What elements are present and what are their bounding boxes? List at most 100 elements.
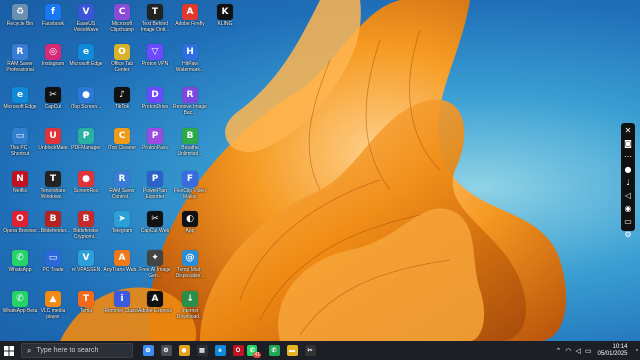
taskbar-app[interactable]: ⚙ [157, 341, 175, 360]
record-icon[interactable]: ● [622, 164, 634, 176]
desktop-icon[interactable]: F FlexClip Video Maker [172, 171, 208, 200]
desktop-icon[interactable]: ◐ App [172, 211, 208, 234]
desktop-icon[interactable]: U UnblockMate [35, 128, 71, 151]
desktop-icon[interactable]: B …Bitdefender... [35, 211, 71, 234]
taskbar-clock[interactable]: 10:14 05/01/2025 [597, 344, 627, 358]
desktop-icon[interactable]: ▽ Proton VPN [137, 44, 173, 67]
iremove-icon: i [114, 291, 130, 307]
text-behind-image-icon: T [147, 4, 163, 20]
desktop-icon[interactable]: T Text Behind Image Onli... [137, 4, 173, 33]
desktop-icon-label: ProtonPass [142, 145, 168, 151]
desktop-icon-label: Adobe Firefly [175, 21, 205, 27]
taskbar-app[interactable]: ✆ [265, 341, 283, 360]
search-placeholder: Type here to search [36, 347, 99, 354]
temp-mail-icon: @ [182, 250, 198, 266]
desktop-icon[interactable]: R RAM Saver Control... [104, 171, 140, 200]
desktop-icon[interactable]: ◎ Instagram [35, 44, 71, 67]
taskbar-app[interactable]: e [211, 341, 229, 360]
desktop-icon[interactable]: @ Temp Mail - Disposable... [172, 250, 208, 279]
desktop-icon[interactable]: ➤ Telegram [104, 211, 140, 234]
desktop-icon-label: PowerPlan Exporter [142, 188, 168, 200]
desktop-icon[interactable]: ✆ WhatsApp [2, 250, 38, 273]
desktop-icon[interactable]: B Bitdefender Cryptomi... [68, 211, 104, 240]
tenorshare-icon: T [45, 171, 61, 187]
desktop-icon[interactable]: P ProtonPass [137, 128, 173, 151]
desktop-icon[interactable]: T Temu [68, 291, 104, 314]
desktop-icon[interactable]: A Adobe Firefly [172, 4, 208, 27]
speaker-icon[interactable]: ◁ [622, 190, 634, 202]
comment-icon[interactable]: ▭ [622, 216, 634, 228]
whatsapp-beta-icon: ✆ [12, 291, 28, 307]
taskbar-app[interactable]: ✿ [139, 341, 157, 360]
desktop-icon[interactable]: ✦ Free AI Image Gen... [137, 250, 173, 279]
whatsapp-beta-icon: ✆ [268, 345, 280, 356]
taskbar-app[interactable]: ✂ [301, 341, 319, 360]
ram-saver-control-icon: R [114, 171, 130, 187]
flexclip-icon: F [182, 171, 198, 187]
desktop-icon[interactable]: Vnl VPASSEN [68, 250, 104, 273]
desktop-icon[interactable]: ● iTop Screen... [68, 87, 104, 110]
taskbar-search-box[interactable]: ⌕ Type here to search [21, 343, 133, 358]
desktop-icon[interactable]: e Microsoft Edge [2, 87, 38, 110]
notifications-icon[interactable]: ▫ [636, 347, 638, 354]
desktop-icon[interactable]: R RAM Saver Professional [2, 44, 38, 73]
start-button[interactable] [0, 341, 18, 360]
desktop-icon[interactable]: B Breathe Unlimited... [172, 128, 208, 157]
desktop-icon[interactable]: ✆ WhatsApp Beta [2, 291, 38, 314]
desktop-icon[interactable]: O Opera Browser [2, 211, 38, 234]
desktop-icon[interactable]: ▲ VLC media player [35, 291, 71, 320]
desktop-icon-label: iTop Screen... [70, 104, 102, 110]
adobe-express-icon: A [147, 291, 163, 307]
desktop-icon[interactable]: ▭ This PC - Shortcut [2, 128, 38, 157]
taskbar-app[interactable]: ◉ [175, 341, 193, 360]
battery-icon[interactable]: ▭ [585, 347, 592, 355]
camera-icon[interactable]: ◙ [622, 138, 634, 150]
ram-saver-icon: R [12, 44, 28, 60]
chrome-icon: ◉ [178, 345, 190, 356]
clock-time: 10:14 [612, 343, 628, 350]
taskbar-app[interactable]: O [229, 341, 247, 360]
desktop-icon[interactable]: ● ScreenRec [68, 171, 104, 194]
desktop-icon[interactable]: K KLING [207, 4, 243, 27]
desktop-icon[interactable]: ✂ CapCut [35, 87, 71, 110]
more-icon[interactable]: ⋯ [622, 151, 634, 163]
microphone-icon[interactable]: ♩ [622, 177, 634, 189]
taskbar-app[interactable]: ▬ [283, 341, 301, 360]
telegram-icon: ➤ [114, 211, 130, 227]
desktop-icon[interactable]: i iRemove Classic [103, 291, 141, 314]
desktop-icon[interactable]: e Microsoft Edge [68, 44, 104, 67]
desktop-icon[interactable]: D ProtonDrive [137, 87, 173, 110]
desktop-icon[interactable]: ♻ Recycle Bin [2, 4, 38, 27]
desktop-icon[interactable]: T Tenorshare Windows... [35, 171, 71, 200]
settings-icon[interactable]: ⚙ [622, 229, 634, 241]
taskbar-app[interactable]: ✆ 41 [247, 341, 265, 360]
desktop-icon[interactable]: H HitPaw Watermark... [172, 44, 208, 73]
close-icon[interactable]: ✕ [622, 125, 634, 137]
desktop-icon[interactable]: ✂ CapCut Web [137, 211, 173, 234]
desktop-icon[interactable]: ♪ TikTok [104, 87, 140, 110]
notification-badge: 41 [253, 351, 261, 358]
webcam-icon[interactable]: ◉ [622, 203, 634, 215]
taskbar-app[interactable]: ▤ [193, 341, 211, 360]
volume-icon[interactable]: ◁ [575, 347, 580, 355]
desktop-icon[interactable]: C Microsoft Clipchamp [104, 4, 140, 33]
desktop-icon[interactable]: ▭ PC Trade [35, 250, 71, 273]
desktop-icon-label: ScreenRec [73, 188, 99, 194]
desktop-icon[interactable]: A Adobe Express [137, 291, 173, 314]
desktop-icon[interactable]: N Netflix [2, 171, 38, 194]
pdf-manager-icon: P [78, 128, 94, 144]
desktop-icon[interactable]: R Remove Image Bac... [172, 87, 208, 116]
desktop-icon[interactable]: P PDFManager [68, 128, 104, 151]
desktop-icon[interactable]: CiTop Cleaner [104, 128, 140, 151]
desktop-icon[interactable]: ↓ Internet Download... [172, 291, 208, 320]
desktop-icon[interactable]: V EaseUS VoiceWave [68, 4, 104, 33]
desktop-icon[interactable]: f Facebook [35, 4, 71, 27]
chevron-up-icon[interactable]: ⌃ [555, 347, 561, 355]
desktop-icon[interactable]: A AnyTrans Web... [104, 250, 140, 273]
network-icon[interactable]: ◠ [565, 347, 571, 355]
desktop-icon[interactable]: P PowerPlan Exporter [137, 171, 173, 200]
desktop-icon[interactable]: O Office Tab Center [104, 44, 140, 73]
capcut-web-icon: ✂ [147, 211, 163, 227]
desktop-icon-label: Microsoft Edge [69, 61, 103, 67]
desktop-icon-label: CapCut Web [140, 228, 170, 234]
